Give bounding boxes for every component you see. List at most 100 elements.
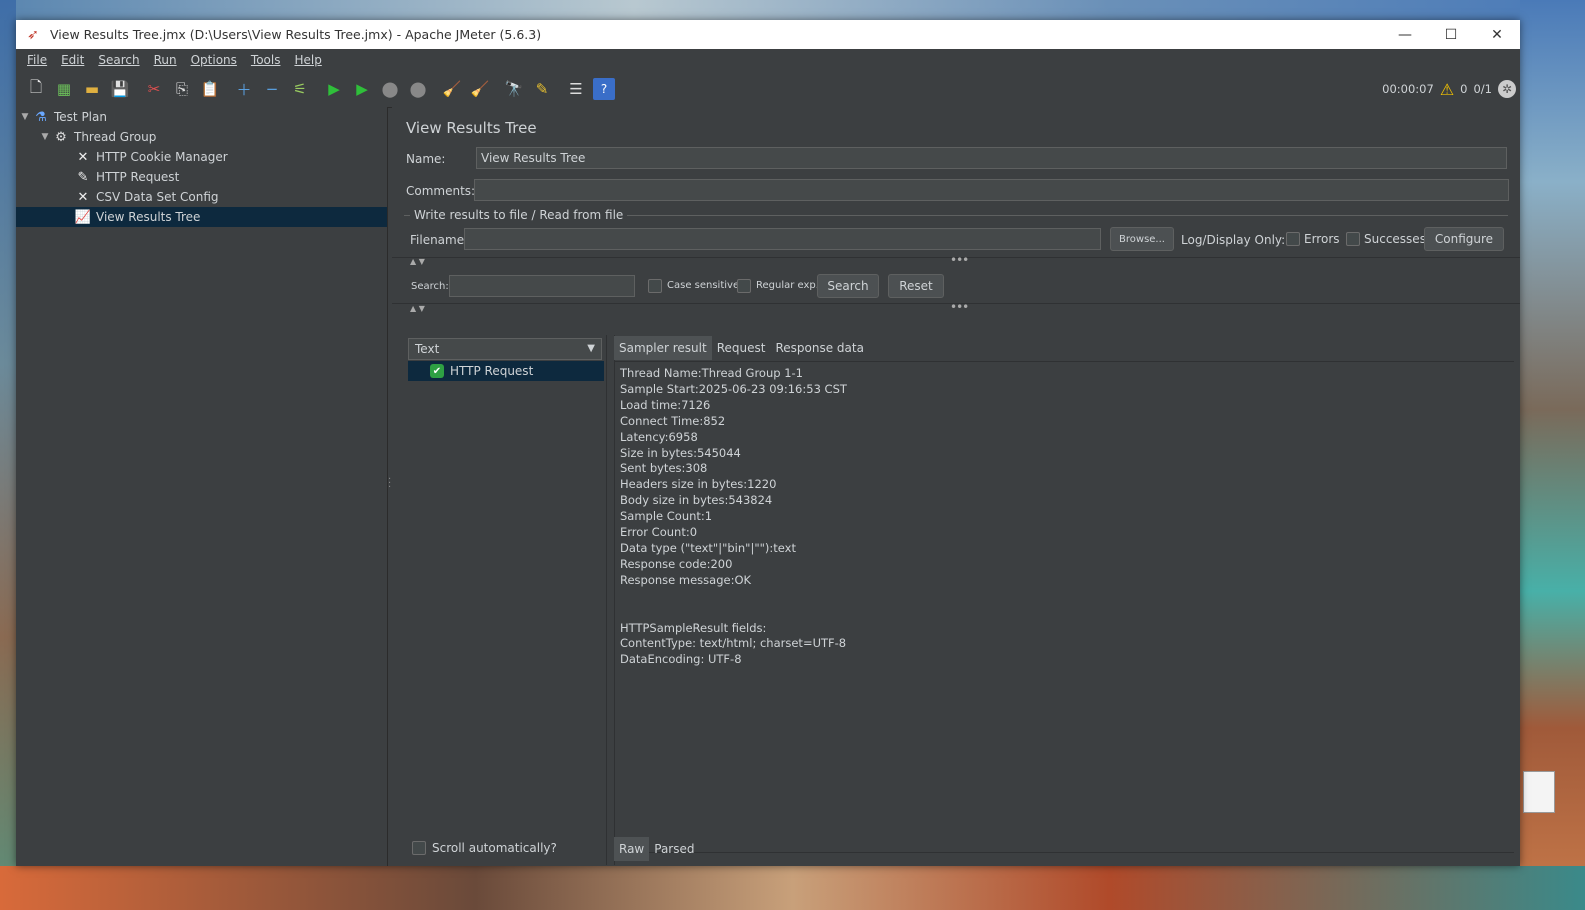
splitter-handle[interactable]: ••• [950, 300, 969, 314]
gear-icon: ⚙ [55, 129, 67, 145]
help-icon[interactable]: ? [593, 78, 615, 100]
menu-tools[interactable]: Tools [244, 53, 288, 67]
filename-field[interactable] [464, 228, 1101, 250]
regular-exp-label: Regular exp. [756, 280, 819, 291]
clear-icon[interactable]: 🧹 [441, 78, 463, 100]
new-icon[interactable]: 🗋 [25, 78, 47, 100]
tree-item-http-request[interactable]: ✎ HTTP Request [16, 167, 387, 187]
search-icon[interactable]: 🔭 [503, 78, 525, 100]
tree-item-view-results-tree[interactable]: 📈 View Results Tree [16, 207, 387, 227]
list-item[interactable]: ✔ HTTP Request [408, 361, 604, 381]
configure-button[interactable]: Configure [1424, 227, 1504, 251]
cut-icon[interactable]: ✂ [143, 78, 165, 100]
jmeter-window: ➶ View Results Tree.jmx (D:\Users\View R… [16, 20, 1520, 866]
renderer-select[interactable]: Text ▼ [408, 338, 602, 360]
tree-item-http-cookie-manager[interactable]: ✕ HTTP Cookie Manager [16, 147, 387, 167]
copy-icon[interactable]: ⎘ [171, 78, 193, 100]
chevron-down-icon[interactable]: ▼ [18, 112, 32, 122]
toggle-icon[interactable]: ⚟ [289, 78, 311, 100]
remote-status-icon[interactable]: ✲ [1498, 80, 1516, 98]
view-results-tree-panel: View Results Tree Name: Comments: Write … [392, 107, 1520, 866]
tab-response-data[interactable]: Response data [770, 336, 868, 360]
tools-icon: ✕ [77, 189, 89, 205]
comments-label: Comments: [406, 184, 476, 198]
menu-run[interactable]: Run [147, 53, 184, 67]
name-field[interactable] [476, 147, 1507, 169]
menu-file[interactable]: File [20, 53, 54, 67]
scroll-auto-checkbox[interactable] [412, 841, 426, 855]
tab-parsed[interactable]: Parsed [649, 837, 699, 861]
results-splitter[interactable] [606, 335, 615, 865]
successes-checkbox[interactable] [1346, 232, 1360, 246]
window-title: View Results Tree.jmx (D:\Users\View Res… [50, 27, 542, 42]
desktop-wallpaper-bottom [0, 866, 1585, 910]
test-plan-tree: ▼ ⚗ Test Plan ▼ ⚙ Thread Group ✕ HTTP Co… [16, 107, 388, 866]
case-sensitive-checkbox[interactable] [648, 279, 662, 293]
tree-item-test-plan[interactable]: ▼ ⚗ Test Plan [16, 107, 387, 127]
results-list: ✔ HTTP Request [408, 361, 604, 841]
splitter-arrows[interactable]: ▲ ▼ [410, 257, 425, 266]
menu-search[interactable]: Search [91, 53, 146, 67]
chart-icon: 📈 [74, 209, 92, 225]
name-label: Name: [406, 152, 446, 166]
tools-icon: ✕ [77, 149, 89, 165]
search-label: Search: [411, 281, 449, 292]
regular-exp-checkbox[interactable] [737, 279, 751, 293]
run-status: 00:00:07 ⚠ 0 0/1 ✲ [1382, 71, 1516, 107]
menu-options[interactable]: Options [184, 53, 244, 67]
warning-count: 0 [1460, 82, 1468, 96]
splitter-handle[interactable]: ••• [950, 253, 969, 267]
desktop-file-icon[interactable] [1523, 771, 1555, 813]
expand-icon[interactable]: ＋ [233, 78, 255, 100]
paste-icon[interactable]: 📋 [199, 78, 221, 100]
comments-field[interactable] [474, 179, 1509, 201]
warning-icon[interactable]: ⚠ [1440, 80, 1454, 99]
function-helper-icon[interactable]: ☰ [565, 78, 587, 100]
desktop-wallpaper-left [0, 0, 16, 910]
menu-help[interactable]: Help [287, 53, 328, 67]
minimize-button[interactable]: — [1382, 20, 1428, 49]
view-mode-tabs: Raw Parsed [614, 836, 700, 862]
collapse-icon[interactable]: − [261, 78, 283, 100]
case-sensitive-label: Case sensitive [667, 280, 740, 291]
log-display-label: Log/Display Only: [1181, 233, 1286, 247]
save-icon[interactable]: 💾 [109, 78, 131, 100]
desktop-wallpaper-top [0, 0, 1585, 20]
search-button[interactable]: Search [817, 274, 879, 298]
templates-icon[interactable]: ▦ [53, 78, 75, 100]
reset-search-icon[interactable]: ✎ [531, 78, 553, 100]
maximize-button[interactable]: ☐ [1428, 20, 1474, 49]
scroll-automatically: Scroll automatically? [412, 841, 557, 855]
tree-item-thread-group[interactable]: ▼ ⚙ Thread Group [16, 127, 387, 147]
tree-item-csv-data-set-config[interactable]: ✕ CSV Data Set Config [16, 187, 387, 207]
elapsed-time: 00:00:07 [1382, 82, 1434, 96]
bottom-tabs-line [614, 852, 1514, 853]
title-bar[interactable]: ➶ View Results Tree.jmx (D:\Users\View R… [16, 20, 1520, 49]
stop-icon[interactable]: ⬤ [379, 78, 401, 100]
splitter-arrows[interactable]: ▲ ▼ [410, 304, 425, 313]
start-icon[interactable]: ▶ [323, 78, 345, 100]
result-tabs: Sampler result Request Response data [614, 335, 869, 361]
menu-edit[interactable]: Edit [54, 53, 91, 67]
tab-sampler-result[interactable]: Sampler result [614, 336, 712, 360]
panel-title: View Results Tree [406, 119, 537, 137]
tab-raw[interactable]: Raw [614, 837, 650, 861]
start-no-pauses-icon[interactable]: ▶ [351, 78, 373, 100]
split-pane-handle[interactable]: · · · [388, 475, 391, 493]
shutdown-icon[interactable]: ⬤ [407, 78, 429, 100]
close-button[interactable]: ✕ [1474, 20, 1520, 49]
tabs-underline [614, 361, 1514, 362]
jmeter-feather-icon: ➶ [27, 26, 39, 43]
tab-request[interactable]: Request [712, 336, 771, 360]
search-input[interactable] [449, 275, 635, 297]
sampler-result-text[interactable]: Thread Name:Thread Group 1-1 Sample Start… [620, 366, 847, 668]
errors-checkbox[interactable] [1286, 232, 1300, 246]
chevron-down-icon: ▼ [587, 343, 595, 354]
reset-button[interactable]: Reset [888, 274, 944, 298]
open-icon[interactable]: ▬ [81, 78, 103, 100]
browse-button[interactable]: Browse... [1110, 227, 1174, 251]
file-group-label: Write results to file / Read from file [410, 208, 628, 222]
menu-bar: File Edit Search Run Options Tools Help [16, 49, 1520, 71]
chevron-down-icon[interactable]: ▼ [38, 132, 52, 142]
clear-all-icon[interactable]: 🧹 [469, 78, 491, 100]
